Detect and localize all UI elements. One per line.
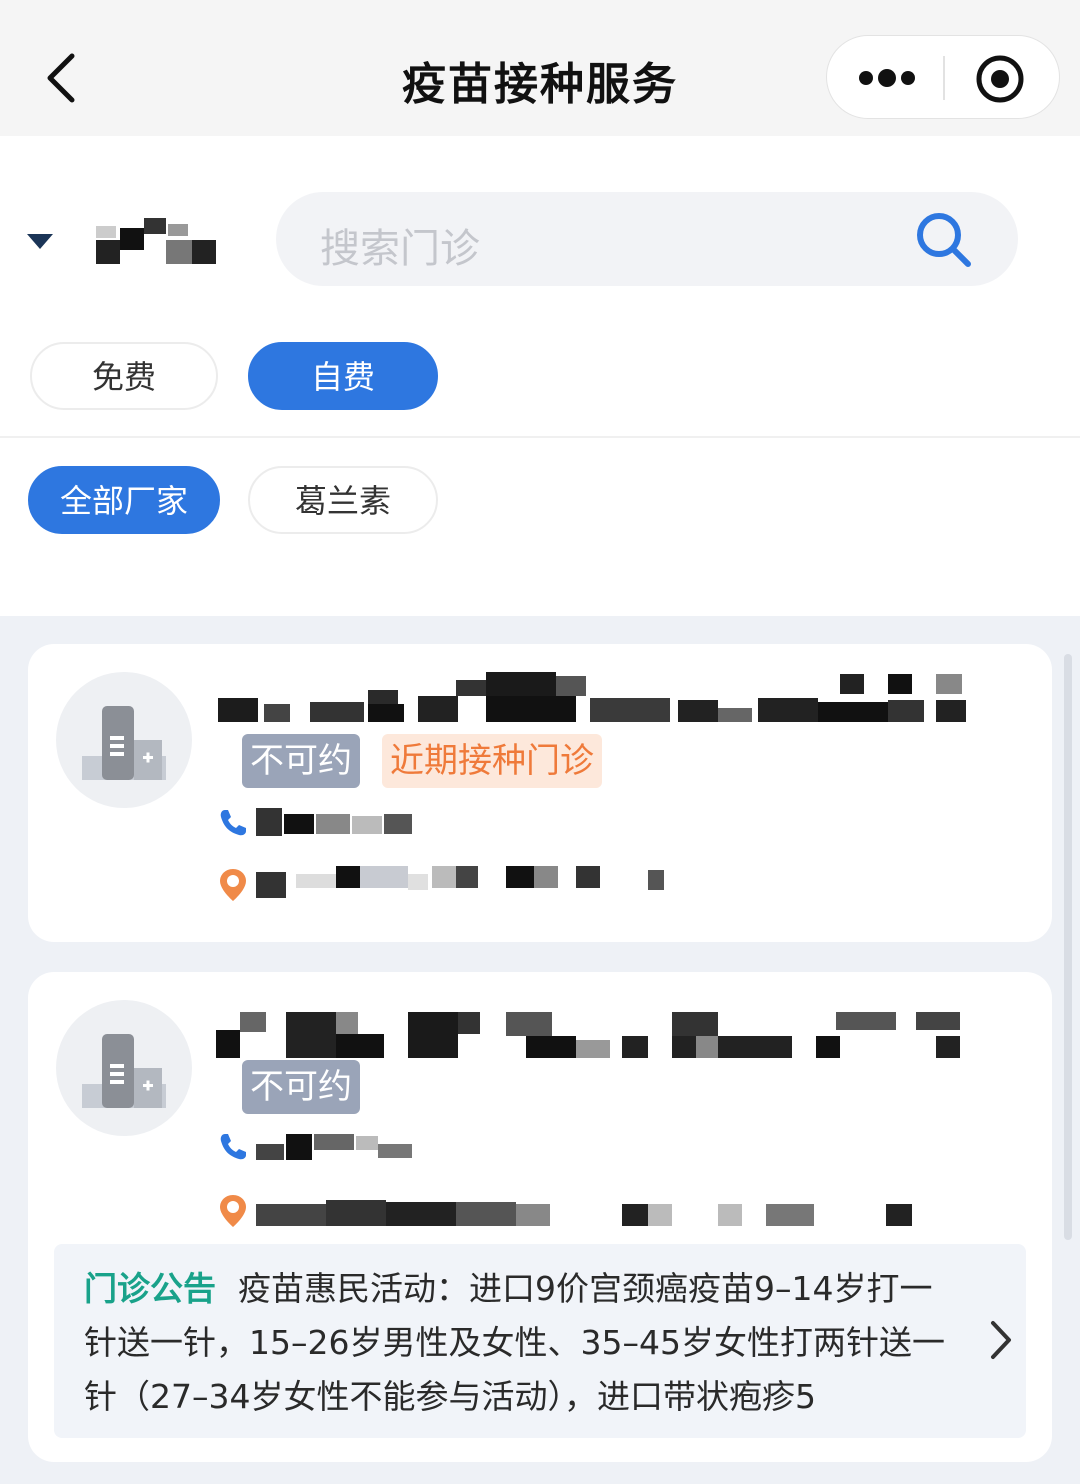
nav-bar: 疫苗接种服务 <box>0 0 1080 136</box>
phone-icon <box>220 1134 246 1160</box>
fee-chip-free[interactable]: 免费 <box>30 342 218 410</box>
capsule-divider <box>943 56 945 100</box>
tag-unavailable: 不可约 <box>242 734 360 788</box>
target-circle-icon[interactable] <box>975 54 1025 104</box>
address-redacted <box>256 866 664 898</box>
notice-label: 门诊公告 <box>84 1269 216 1308</box>
manufacturer-chip-all[interactable]: 全部厂家 <box>28 466 220 534</box>
chevron-right-icon[interactable] <box>988 1318 1014 1362</box>
notice-text: 门诊公告 疫苗惠民活动：进口9价宫颈癌疫苗9–14岁打一针送一针，15–26岁男性… <box>84 1262 964 1424</box>
clinic-avatar <box>56 672 192 808</box>
search-icon[interactable] <box>914 210 974 270</box>
clinic-card[interactable]: 不可约 门诊公告 疫苗惠民活动：进口9价宫颈癌疫苗9–14岁打一针送一针，15–2… <box>28 972 1052 1462</box>
fee-chip-self-paid[interactable]: 自费 <box>248 342 438 410</box>
caret-down-icon[interactable] <box>26 232 54 250</box>
search-placeholder: 搜索门诊 <box>320 226 480 272</box>
clinic-card[interactable]: 不可约 近期接种门诊 <box>28 644 1052 942</box>
phone-icon <box>220 810 246 836</box>
filter-panel: 搜索门诊 免费 自费 全部厂家 葛兰素 <box>0 136 1080 616</box>
more-dots-icon[interactable] <box>857 60 917 96</box>
scrollbar[interactable] <box>1064 654 1072 1240</box>
tag-unavailable: 不可约 <box>242 1060 360 1114</box>
phone-number-redacted[interactable] <box>256 804 416 838</box>
hospital-building-icon <box>82 706 166 780</box>
phone-number-redacted[interactable] <box>256 1130 416 1164</box>
clinic-name-redacted <box>218 672 966 722</box>
region-name-redacted[interactable] <box>96 214 216 264</box>
address-redacted <box>256 1200 912 1226</box>
clinic-avatar <box>56 1000 192 1136</box>
location-pin-icon <box>220 1195 246 1227</box>
tag-recent-clinic: 近期接种门诊 <box>382 734 602 788</box>
clinic-name-redacted <box>216 1012 960 1058</box>
hospital-building-icon <box>82 1034 166 1108</box>
manufacturer-chip-gsk[interactable]: 葛兰素 <box>248 466 438 534</box>
mini-program-capsule <box>826 35 1060 119</box>
divider <box>0 436 1080 438</box>
search-input[interactable]: 搜索门诊 <box>276 192 1018 286</box>
location-pin-icon <box>220 869 246 901</box>
clinic-notice[interactable]: 门诊公告 疫苗惠民活动：进口9价宫颈癌疫苗9–14岁打一针送一针，15–26岁男性… <box>54 1244 1026 1438</box>
